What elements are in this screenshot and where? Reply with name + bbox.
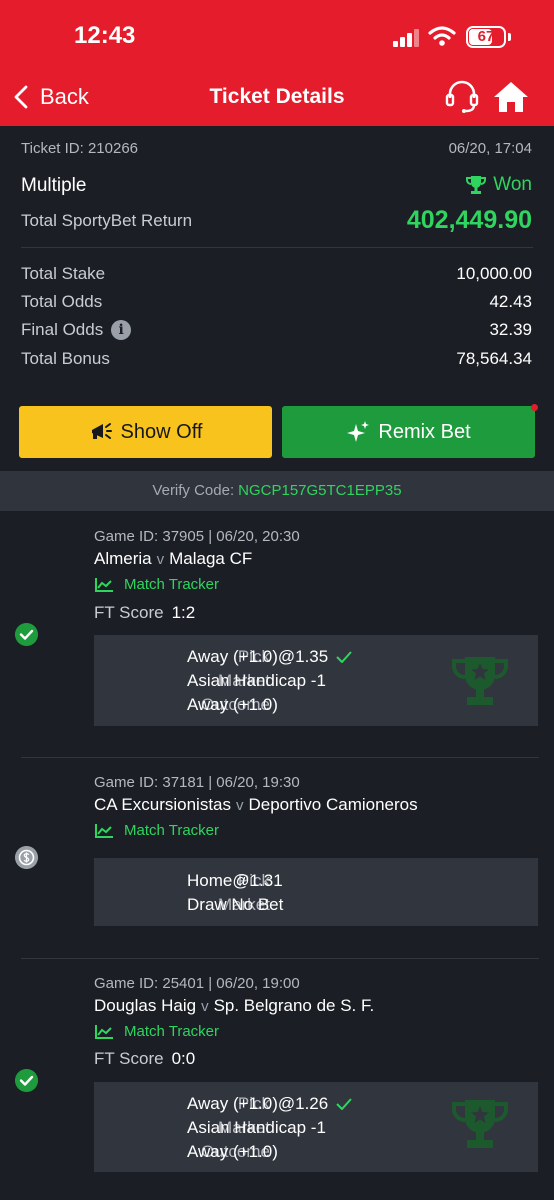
total-stake-label: Total Stake (21, 264, 106, 283)
ticket-date: 06/20, 17:04 (448, 140, 532, 157)
trophy-icon (466, 176, 487, 194)
battery-level: 67 (477, 28, 495, 45)
pick-box: Pick Away (+1.0)@1.35 Market Asian Handi… (94, 635, 538, 726)
game-teams: CA Excursionistas v Deportivo Camioneros (94, 795, 418, 815)
ticket-id: Ticket ID: 210266 (21, 140, 139, 157)
outcome-value: Away (+1.0) (187, 695, 278, 714)
total-bonus-value: 78,564.34 (456, 349, 532, 368)
away-team: Sp. Belgrano de S. F. (213, 996, 375, 1015)
total-odds-value: 42.43 (489, 292, 532, 311)
show-off-button[interactable]: Show Off (19, 406, 272, 458)
match-tracker-link[interactable]: Match Tracker (94, 576, 219, 593)
ft-score-label: FT Score (94, 1049, 164, 1068)
show-off-label: Show Off (120, 420, 203, 443)
final-odds-text: Final Odds (21, 320, 104, 339)
sparkle-icon (347, 421, 370, 442)
home-team: CA Excursionistas (94, 795, 231, 814)
away-team: Deportivo Camioneros (248, 795, 418, 814)
game-card: Game ID: 37181 | 06/20, 19:30 CA Excursi… (0, 758, 554, 958)
won-status: Won (465, 174, 532, 196)
match-tracker-link[interactable]: Match Tracker (94, 822, 219, 839)
pick-value: Home@1.31 (187, 871, 283, 890)
game-id: Game ID: 37905 | 06/20, 20:30 (94, 528, 300, 545)
ft-score-value: 1:2 (171, 603, 196, 622)
info-icon[interactable]: i (111, 320, 132, 340)
versus: v (156, 551, 165, 568)
pick-box: Pick Home@1.31 Market Draw No Bet (94, 858, 538, 926)
final-odds-value: 32.39 (489, 320, 532, 339)
bet-type: Multiple (21, 175, 87, 196)
return-label: Total SportyBet Return (21, 211, 193, 230)
game-id: Game ID: 25401 | 06/20, 19:00 (94, 975, 300, 992)
remix-bet-label: Remix Bet (378, 420, 471, 443)
final-odds-label: Final Odds i (21, 320, 132, 340)
game-teams: Douglas Haig v Sp. Belgrano de S. F. (94, 996, 374, 1016)
refund-icon (15, 846, 38, 869)
remix-bet-button[interactable]: Remix Bet (282, 406, 535, 458)
match-tracker-label: Match Tracker (124, 822, 220, 839)
battery-tip (508, 33, 511, 41)
ft-score-value: 0:0 (171, 1049, 196, 1068)
return-value: 402,449.90 (406, 206, 532, 234)
app-header: 12:43 67 Back Ticket Details (0, 0, 554, 126)
game-card: Game ID: 37905 | 06/20, 20:30 Almeria v Ma… (0, 511, 554, 757)
notification-dot (531, 404, 538, 411)
market-value: Draw No Bet (187, 895, 284, 914)
ft-score-label: FT Score (94, 603, 164, 622)
pick-text: Away (+1.0)@1.26 (187, 1094, 329, 1113)
trophy-watermark-icon (452, 1100, 508, 1148)
outcome-value: Away (+1.0) (187, 1142, 278, 1161)
cell-signal-icon (393, 29, 421, 47)
wifi-icon (428, 26, 456, 46)
pick-text: Away (+1.0)@1.35 (187, 647, 329, 666)
verify-code[interactable]: NGCP157G5TC1EPP35 (238, 482, 401, 499)
check-icon (336, 1098, 352, 1110)
divider (21, 247, 533, 248)
trophy-watermark-icon (452, 657, 508, 705)
battery-icon: 67 (466, 26, 506, 48)
home-team: Almeria (94, 549, 152, 568)
pick-value: Away (+1.0)@1.35 (187, 647, 352, 667)
ft-score: FT Score 1:2 (94, 603, 195, 623)
check-circle-icon (15, 623, 38, 646)
match-tracker-link[interactable]: Match Tracker (94, 1023, 219, 1040)
pick-value: Away (+1.0)@1.26 (187, 1094, 352, 1114)
away-team: Malaga CF (169, 549, 253, 568)
chart-icon (95, 1024, 113, 1039)
versus: v (201, 998, 209, 1015)
match-tracker-label: Match Tracker (124, 1023, 220, 1040)
home-icon[interactable] (492, 79, 530, 115)
headset-icon[interactable] (444, 78, 480, 114)
total-odds-label: Total Odds (21, 292, 103, 311)
market-value: Asian Handicap -1 (187, 1118, 326, 1137)
won-label: Won (493, 174, 532, 195)
megaphone-icon (91, 423, 112, 439)
total-bonus-label: Total Bonus (21, 349, 110, 368)
status-time: 12:43 (74, 22, 136, 49)
pick-box: Pick Away (+1.0)@1.26 Market Asian Handi… (94, 1082, 538, 1172)
check-icon (336, 651, 352, 663)
verify-label: Verify Code: (152, 482, 235, 499)
chart-icon (95, 823, 113, 838)
market-value: Asian Handicap -1 (187, 671, 326, 690)
game-card: Game ID: 25401 | 06/20, 19:00 Douglas Ha… (0, 959, 554, 1200)
verify-code-bar: Verify Code: NGCP157G5TC1EPP35 (0, 471, 554, 511)
home-team: Douglas Haig (94, 996, 197, 1015)
check-circle-icon (15, 1069, 38, 1092)
match-tracker-label: Match Tracker (124, 576, 220, 593)
chart-icon (95, 577, 113, 592)
total-stake-value: 10,000.00 (456, 264, 532, 283)
ft-score: FT Score 0:0 (94, 1049, 195, 1069)
versus: v (236, 797, 244, 814)
game-teams: Almeria v Malaga CF (94, 549, 252, 569)
game-id: Game ID: 37181 | 06/20, 19:30 (94, 774, 300, 791)
